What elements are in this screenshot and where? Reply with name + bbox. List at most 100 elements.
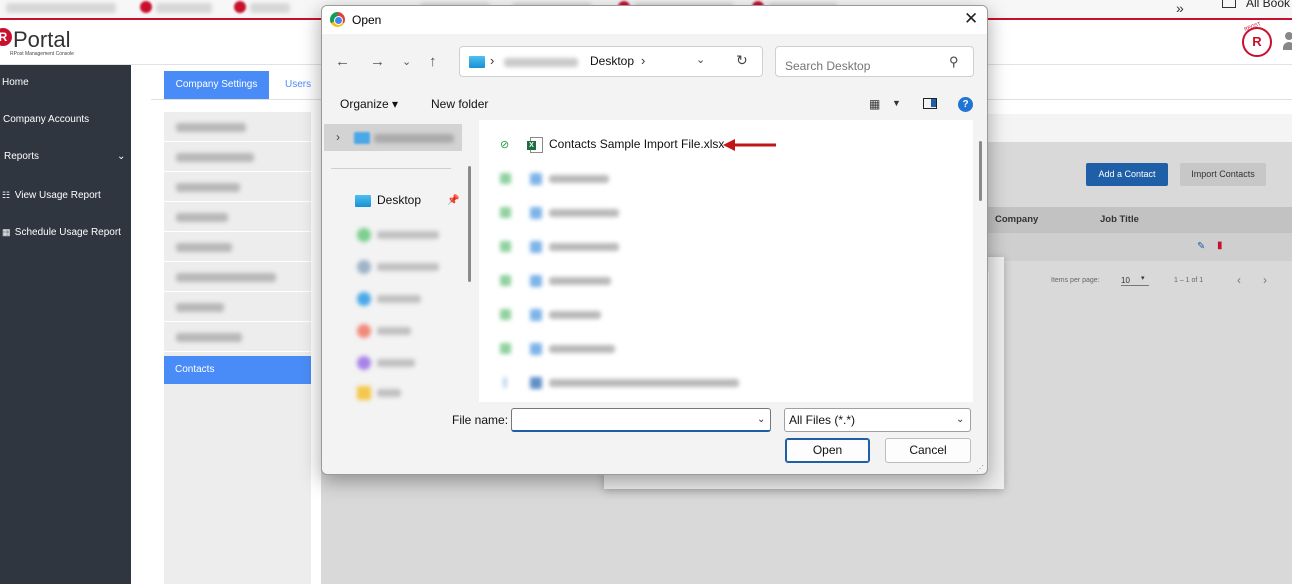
- trash-icon[interactable]: ▮: [1217, 240, 1223, 251]
- file-name-label: File name:: [452, 413, 509, 427]
- nav-item-blurred[interactable]: [377, 295, 421, 303]
- recent-locations-chevron-icon[interactable]: ⌄: [402, 55, 411, 68]
- sidebar-item-view-usage-report[interactable]: ☷ View Usage Report: [0, 185, 131, 205]
- blurred-file-name[interactable]: [549, 209, 619, 217]
- breadcrumb-blurred-user[interactable]: [504, 58, 578, 67]
- chevron-down-icon[interactable]: ⌄: [956, 414, 964, 425]
- file-type-select[interactable]: All Files (*.*): [784, 408, 971, 432]
- user-avatar-body: [1283, 42, 1292, 50]
- sidebar-item-label: View Usage Report: [14, 190, 101, 201]
- view-options-icon[interactable]: ▦: [869, 97, 880, 111]
- nav-item-blurred[interactable]: [377, 359, 415, 367]
- blurred-tab[interactable]: [156, 3, 212, 13]
- blurred-tab[interactable]: [6, 3, 116, 13]
- chevron-down-icon: ⌄: [117, 151, 126, 162]
- next-page-icon[interactable]: ›: [1263, 273, 1267, 287]
- caret-down-icon[interactable]: ▼: [892, 98, 901, 108]
- blurred-file-name[interactable]: [549, 243, 619, 251]
- subnav-item[interactable]: [164, 172, 311, 202]
- file-row[interactable]: [479, 298, 973, 331]
- edit-icon[interactable]: ✎: [1197, 241, 1205, 252]
- import-contacts-button[interactable]: Import Contacts: [1180, 163, 1266, 186]
- blurred-file-name[interactable]: [549, 379, 739, 387]
- blurred-file-name[interactable]: [549, 345, 615, 353]
- breadcrumb-desktop[interactable]: Desktop: [590, 54, 634, 68]
- blurred-label: [176, 213, 228, 222]
- search-input[interactable]: [775, 46, 974, 77]
- file-name[interactable]: Contacts Sample Import File.xlsx: [549, 137, 724, 151]
- excel-file-icon: X: [527, 137, 543, 153]
- nav-item-blurred[interactable]: [377, 327, 411, 335]
- column-header-company[interactable]: Company: [995, 214, 1038, 225]
- subnav-item[interactable]: [164, 202, 311, 232]
- more-bookmarks-icon[interactable]: »: [1176, 0, 1184, 16]
- blurred-file-name[interactable]: [549, 311, 601, 319]
- chevron-down-icon[interactable]: ⌄: [757, 414, 765, 425]
- bookmarks-folder-icon[interactable]: [1222, 0, 1236, 8]
- blurred-file-name[interactable]: [549, 175, 609, 183]
- subnav-item-contacts[interactable]: Contacts: [164, 356, 311, 384]
- file-row-contacts-xlsx[interactable]: ⊘ X Contacts Sample Import File.xlsx: [479, 128, 973, 161]
- nav-item-blurred[interactable]: [377, 263, 439, 271]
- sidebar-item-label: Schedule Usage Report: [14, 227, 121, 238]
- folder-icon: [357, 386, 371, 400]
- refresh-icon[interactable]: ↻: [736, 52, 748, 69]
- resize-grip-icon[interactable]: ⋰: [976, 464, 984, 473]
- navigation-scrollbar[interactable]: [468, 166, 471, 282]
- subnav-item[interactable]: [164, 232, 311, 262]
- open-button[interactable]: Open: [785, 438, 870, 463]
- file-row[interactable]: [479, 196, 973, 229]
- file-name-input[interactable]: [511, 408, 771, 432]
- subnav-item[interactable]: [164, 322, 311, 352]
- image-file-icon: [530, 343, 542, 355]
- subnav-item[interactable]: [164, 112, 311, 142]
- nav-item-desktop[interactable]: Desktop: [377, 193, 421, 207]
- address-bar[interactable]: › Desktop › ⌄ ↻: [459, 46, 763, 77]
- cancel-button[interactable]: Cancel: [885, 438, 971, 463]
- close-icon[interactable]: ✕: [964, 9, 978, 29]
- forward-arrow-icon[interactable]: →: [370, 53, 385, 70]
- all-bookmarks-link[interactable]: All Book: [1246, 0, 1290, 10]
- breadcrumb-separator[interactable]: ›: [490, 53, 494, 68]
- file-row[interactable]: [479, 230, 973, 263]
- chevron-right-icon[interactable]: ›: [336, 130, 340, 144]
- preview-pane-icon[interactable]: [923, 98, 937, 109]
- column-header-job-title[interactable]: Job Title: [1100, 214, 1139, 225]
- subnav-item[interactable]: [164, 142, 311, 172]
- back-arrow-icon[interactable]: ←: [335, 53, 350, 70]
- search-icon[interactable]: ⚲: [949, 54, 959, 70]
- sidebar-item-home[interactable]: Home: [0, 73, 131, 93]
- sidebar-item-label: Home: [2, 77, 29, 88]
- file-list-scrollbar[interactable]: [979, 141, 982, 201]
- tab-users[interactable]: Users: [285, 71, 311, 99]
- file-row[interactable]: [479, 366, 973, 399]
- file-row[interactable]: [479, 162, 973, 195]
- file-row[interactable]: [479, 264, 973, 297]
- previous-page-icon[interactable]: ‹: [1237, 273, 1241, 287]
- user-avatar-icon[interactable]: [1285, 32, 1292, 40]
- image-file-icon: [530, 241, 542, 253]
- document-file-icon: [530, 377, 542, 389]
- file-row[interactable]: [479, 332, 973, 365]
- up-arrow-icon[interactable]: ↑: [429, 53, 437, 70]
- sidebar-item-reports[interactable]: Reports ⌄: [0, 147, 131, 167]
- help-icon[interactable]: ?: [958, 97, 973, 112]
- add-contact-button[interactable]: Add a Contact: [1086, 163, 1168, 186]
- blurred-tab[interactable]: [250, 3, 290, 13]
- tab-company-settings[interactable]: Company Settings: [164, 71, 269, 99]
- subnav-item[interactable]: [164, 292, 311, 322]
- new-folder-button[interactable]: New folder: [431, 97, 488, 111]
- nav-item-blurred[interactable]: [377, 231, 439, 239]
- breadcrumb-separator[interactable]: ›: [641, 53, 645, 68]
- sidebar-item-schedule-usage-report[interactable]: ▦ Schedule Usage Report: [0, 222, 131, 242]
- image-file-icon: [530, 309, 542, 321]
- sidebar-item-company-accounts[interactable]: Company Accounts: [0, 110, 131, 130]
- chevron-down-icon[interactable]: ⌄: [696, 53, 705, 66]
- rpost-badge[interactable]: R: [1242, 27, 1272, 57]
- subnav-item[interactable]: [164, 262, 311, 292]
- organize-menu-button[interactable]: Organize ▾: [340, 97, 398, 111]
- nav-item-blurred[interactable]: [377, 389, 401, 397]
- nav-divider: [331, 168, 451, 169]
- nav-item-selected[interactable]: ›: [324, 124, 462, 151]
- blurred-file-name[interactable]: [549, 277, 611, 285]
